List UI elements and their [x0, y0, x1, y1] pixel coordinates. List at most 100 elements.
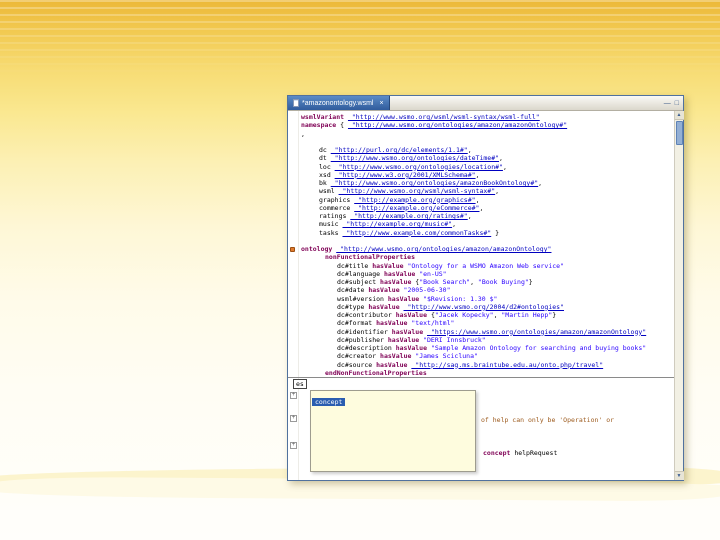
code-segment-iri: _"http://www.w3.org/2001/XMLSchema#"	[334, 170, 476, 179]
code-segment-iri: _"http://www.wsmo.org/ontologies/amazonB…	[330, 179, 539, 187]
code-editor-upper-pane[interactable]: wsmlVariant _"http://www.wsmo.org/wsml/w…	[288, 111, 674, 377]
code-line: dt _"http://www.wsmo.org/ontologies/date…	[301, 154, 674, 162]
vertical-scrollbar[interactable]: ▲ ▼	[674, 111, 684, 480]
code-segment-plain: dc#date	[337, 286, 369, 295]
fold-expand-icon[interactable]: +	[290, 392, 297, 399]
code-segment-plain: dc#identifier	[337, 327, 392, 336]
code-line: wsml _"http://www.wsmo.org/wsml/wsml-syn…	[301, 187, 674, 195]
code-line: dc#description hasValue "Sample Amazon O…	[301, 344, 674, 352]
code-segment-plain: }	[552, 311, 557, 319]
code-segment-iri: _"http://example.org/ratings#"	[350, 212, 468, 220]
code-line: xsd _"http://www.w3.org/2001/XMLSchema#"…	[301, 171, 674, 179]
content-assist-popup: concept	[310, 390, 476, 472]
code-segment-plain: dc#title	[337, 261, 373, 270]
code-segment-plain	[301, 237, 305, 245]
code-segment-kw: hasValue	[376, 319, 412, 328]
editor-body: wsmlVariant _"http://www.wsmo.org/wsml/w…	[288, 111, 684, 480]
code-segment-plain: dt	[319, 154, 331, 163]
code-segment-plain: loc	[319, 162, 335, 171]
maximize-icon[interactable]: □	[675, 100, 679, 107]
code-segment-plain: wsml	[319, 187, 339, 196]
code-line: wsml#version hasValue "$Revision: 1.30 $…	[301, 295, 674, 303]
view-controls: — □	[660, 96, 683, 110]
code-segment-iri: _"http://www.wsmo.org/ontologies/amazon/…	[347, 121, 568, 130]
code-line: dc#publisher hasValue "DERI Innsbruck"	[301, 336, 674, 344]
comment-fragment: of help can only be 'Operation' or	[481, 416, 615, 424]
code-line: dc#format hasValue "text/html"	[301, 319, 674, 327]
code-segment-iri: _"http://www.wsmo.org/ontologies/amazon/…	[336, 245, 552, 253]
scroll-down-icon[interactable]: ▼	[674, 471, 684, 480]
code-segment-kw: hasValue	[391, 327, 428, 336]
code-segment-str: "Book Search"	[419, 278, 471, 286]
code-line: dc#identifier hasValue _"https://www.wsm…	[301, 328, 674, 336]
scrollbar-thumb[interactable]	[675, 121, 683, 145]
inline-edit-box[interactable]: es	[293, 379, 307, 389]
code-line: dc#source hasValue _"http://sag.ms.brain…	[301, 361, 674, 369]
editor-tab-bar: *amazonontology.wsml × — □	[288, 96, 683, 111]
code-segment-plain: ,	[475, 170, 480, 179]
code-segment-plain: ,	[479, 203, 484, 212]
assist-item-concept[interactable]: concept	[312, 398, 346, 406]
code-segment-plain: ,	[301, 129, 305, 138]
tab-close-icon[interactable]: ×	[379, 100, 383, 107]
code-segment-str: "$Revision: 1.30 $"	[423, 294, 498, 303]
code-segment-iri: _"http://www.wsmo.org/wsml/wsml-syntax/w…	[347, 113, 540, 121]
code-line: tasks _"http://www.example.com/commonTas…	[301, 229, 674, 237]
code-segment-iri: _"http://purl.org/dc/elements/1.1#"	[330, 146, 468, 154]
code-segment-plain: helpRequest	[514, 449, 558, 457]
code-segment-plain: dc#format	[337, 319, 377, 328]
code-line: dc#language hasValue "en-US"	[301, 270, 674, 278]
code-line: wsmlVariant _"http://www.wsmo.org/wsml/w…	[301, 113, 674, 121]
code-segment-kw: hasValue	[380, 278, 416, 286]
code-segment-iri: _"http://example.org/graphics#"	[354, 195, 476, 204]
code-segment-plain: ,	[467, 146, 472, 154]
code-line: graphics _"http://example.org/graphics#"…	[301, 196, 674, 204]
code-segment-iri: _"http://sag.ms.braintube.edu.au/onto.ph…	[411, 360, 604, 369]
code-line: bk _"http://www.wsmo.org/ontologies/amaz…	[301, 179, 674, 187]
code-segment-plain: dc#publisher	[337, 335, 388, 344]
code-segment-plain: music	[319, 220, 343, 229]
code-segment-str: "Ontology for a WSMO Amazon Web service"	[407, 261, 565, 270]
code-segment-str: "Sample Amazon Ontology for searching an…	[430, 344, 647, 352]
code-segment-kw: hasValue	[395, 311, 431, 319]
code-segment-str: "Jacek Kopecky"	[434, 311, 494, 319]
code-segment-plain: dc#source	[337, 360, 377, 369]
code-line: ontology _"http://www.wsmo.org/ontologie…	[301, 245, 674, 253]
code-line: nonFunctionalProperties	[301, 253, 674, 261]
bookmark-marker-icon	[290, 247, 295, 252]
code-segment-plain: }	[491, 228, 500, 237]
code-editor-lower-pane[interactable]: es + + + of help can only be 'Operation'…	[288, 378, 674, 480]
code-segment-kw: endNonFunctionalProperties	[325, 368, 427, 377]
code-segment-plain: bk	[319, 179, 331, 187]
code-line: dc#creator hasValue "James Scicluna"	[301, 352, 674, 360]
code-line: dc#subject hasValue {"Book Search", "Boo…	[301, 278, 674, 286]
code-line: dc#title hasValue "Ontology for a WSMO A…	[301, 262, 674, 270]
code-segment-str: "en-US"	[419, 269, 447, 278]
code-segment-kw: wsmlVariant	[301, 113, 348, 121]
code-segment-kw: ontology	[301, 245, 337, 253]
code-segment-iri: _"http://www.example.com/commonTasks#"	[342, 228, 492, 237]
fold-expand-icon[interactable]: +	[290, 442, 297, 449]
scroll-up-icon[interactable]: ▲	[674, 111, 684, 120]
code-segment-str: "James Scicluna"	[415, 352, 478, 361]
lower-declaration: concept helpRequest	[483, 449, 557, 457]
code-segment-str: "2005-06-30"	[403, 286, 451, 295]
code-lines: wsmlVariant _"http://www.wsmo.org/wsml/w…	[301, 113, 674, 377]
code-segment-kw: hasValue	[383, 269, 420, 278]
code-line: namespace { _"http://www.wsmo.org/ontolo…	[301, 121, 674, 129]
tab-amazonontology-wsml[interactable]: *amazonontology.wsml ×	[288, 96, 390, 110]
code-segment-iri: _"http://example.org/eCommerce#"	[354, 203, 480, 212]
slide-stripe-decoration	[0, 0, 720, 78]
code-segment-str: "text/html"	[411, 319, 455, 328]
fold-expand-icon[interactable]: +	[290, 415, 297, 422]
code-segment-iri: _"http://www.wsmo.org/ontologies/locatio…	[334, 162, 503, 171]
tab-title: *amazonontology.wsml	[302, 99, 374, 107]
code-line: dc#date hasValue "2005-06-30"	[301, 286, 674, 294]
code-segment-iri: _"http://www.wsmo.org/2004/d2#ontologies…	[403, 302, 564, 311]
code-segment-plain	[301, 138, 305, 146]
minimize-icon[interactable]: —	[664, 100, 671, 107]
code-segment-kw: hasValue	[387, 294, 424, 303]
code-segment-plain: ,	[452, 220, 456, 229]
code-segment-plain: tasks	[319, 228, 343, 237]
code-line: ,	[301, 130, 674, 138]
